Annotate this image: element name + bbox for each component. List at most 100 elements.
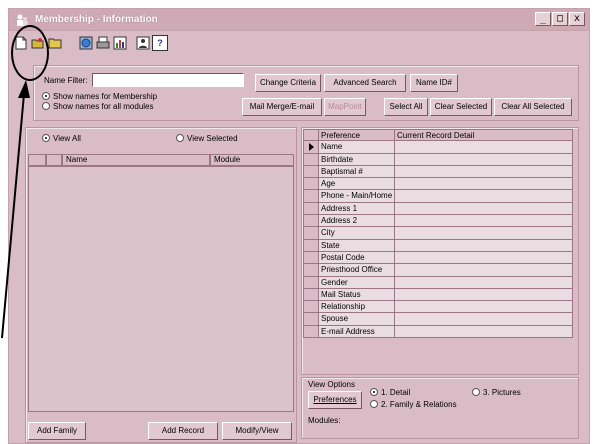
preference-detail: [395, 153, 573, 166]
annotation-circle: [11, 25, 49, 81]
folder-icon[interactable]: [47, 35, 63, 51]
name-id-button[interactable]: Name ID#: [410, 74, 458, 92]
annotation-arrow: [1, 80, 30, 339]
change-criteria-button[interactable]: Change Criteria: [255, 74, 321, 92]
radio-pictures-dot: [472, 388, 480, 396]
names-panel: View All View Selected Name Module Add F…: [25, 127, 297, 443]
preference-detail: [395, 313, 573, 326]
preference-row-selector[interactable]: [303, 215, 319, 228]
radio-detail-dot: [370, 388, 378, 396]
radio-view-selected-label: View Selected: [187, 134, 238, 143]
membership-window: Membership - Information _ □ x ? Name Fi…: [8, 8, 590, 444]
view-options-panel: View Options Preferences 1. Detail 2. Fa…: [301, 377, 579, 439]
preference-row-selector[interactable]: [303, 190, 319, 203]
add-family-button[interactable]: Add Family: [28, 422, 86, 440]
preference-name: Gender: [319, 276, 395, 289]
globe-icon[interactable]: [78, 35, 94, 51]
preference-row-selector[interactable]: [303, 264, 319, 277]
modify-view-button[interactable]: Modify/View: [222, 422, 292, 440]
preferences-grid-header: Preference Current Record Detail: [303, 129, 573, 142]
preference-row[interactable]: Priesthood Office: [303, 264, 573, 277]
view-options-title: View Options: [308, 380, 355, 389]
preference-row[interactable]: Baptismal #: [303, 165, 573, 179]
title-bar[interactable]: Membership - Information _ □ x: [9, 9, 589, 31]
mappoint-button[interactable]: MapPoint: [324, 98, 366, 116]
preference-row-selector[interactable]: [303, 178, 319, 191]
preference-name: E-mail Address: [319, 325, 395, 339]
toolbar: ?: [9, 31, 589, 55]
preference-row[interactable]: E-mail Address: [303, 325, 573, 339]
radio-detail[interactable]: 1. Detail: [370, 388, 410, 397]
preference-row[interactable]: Mail Status: [303, 288, 573, 302]
preference-row-selector[interactable]: [303, 325, 319, 339]
preference-row-selector[interactable]: [303, 251, 319, 265]
window-title: Membership - Information: [35, 14, 158, 25]
clear-all-selected-button[interactable]: Clear All Selected: [494, 98, 572, 116]
preference-detail: [395, 276, 573, 289]
print-icon[interactable]: [95, 35, 111, 51]
preference-name: Address 1: [319, 202, 395, 216]
preferences-header-detail[interactable]: Current Record Detail: [395, 129, 573, 142]
close-button[interactable]: x: [569, 12, 585, 26]
preference-row[interactable]: Relationship: [303, 301, 573, 314]
preference-row-selector[interactable]: [303, 227, 319, 240]
names-grid[interactable]: [28, 166, 294, 412]
preferences-grid[interactable]: Preference Current Record Detail Name Bir…: [303, 129, 573, 339]
names-grid-header-module[interactable]: Module: [210, 154, 294, 166]
radio-family-relations-label: 2. Family & Relations: [381, 400, 457, 409]
preference-row-selector[interactable]: [303, 288, 319, 302]
clear-selected-button[interactable]: Clear Selected: [430, 98, 492, 116]
preference-row[interactable]: City: [303, 227, 573, 240]
preference-detail: [395, 301, 573, 314]
preference-name: Priesthood Office: [319, 264, 395, 277]
preference-row[interactable]: Name: [303, 141, 573, 154]
radio-pictures-label: 3. Pictures: [483, 388, 521, 397]
preference-name: City: [319, 227, 395, 240]
advanced-search-button[interactable]: Advanced Search: [324, 74, 406, 92]
preference-row-selector[interactable]: [303, 153, 319, 166]
select-all-button[interactable]: Select All: [384, 98, 428, 116]
preference-row-selector[interactable]: [303, 165, 319, 179]
preferences-header-preference[interactable]: Preference: [319, 129, 395, 142]
preference-row[interactable]: Spouse: [303, 313, 573, 326]
preference-detail: [395, 325, 573, 339]
preference-name: Baptismal #: [319, 165, 395, 179]
mail-merge-button[interactable]: Mail Merge/E-mail: [242, 98, 322, 116]
radio-membership-label: Show names for Membership: [53, 92, 158, 101]
preference-row[interactable]: Birthdate: [303, 153, 573, 166]
radio-view-selected-dot: [176, 134, 184, 142]
preference-name: Phone - Main/Home: [319, 190, 395, 203]
preference-row[interactable]: Age: [303, 178, 573, 191]
preference-row[interactable]: Phone - Main/Home: [303, 190, 573, 203]
preference-row-selector[interactable]: [303, 301, 319, 314]
preference-detail: [395, 264, 573, 277]
preference-row[interactable]: State: [303, 239, 573, 252]
preference-row[interactable]: Postal Code: [303, 251, 573, 265]
preference-detail: [395, 178, 573, 191]
person-icon[interactable]: [135, 35, 151, 51]
add-record-button[interactable]: Add Record: [148, 422, 218, 440]
help-icon[interactable]: ?: [152, 35, 168, 51]
radio-view-selected[interactable]: View Selected: [176, 134, 238, 143]
radio-pictures[interactable]: 3. Pictures: [472, 388, 521, 397]
preference-name: Spouse: [319, 313, 395, 326]
preference-row-selector[interactable]: [303, 202, 319, 216]
preference-row-selector[interactable]: [303, 239, 319, 252]
maximize-button[interactable]: □: [552, 12, 568, 26]
preference-row-selector[interactable]: [303, 313, 319, 326]
preference-row[interactable]: Address 1: [303, 202, 573, 216]
filter-panel: Name Filter: Show names for Membership S…: [33, 65, 579, 121]
preference-row-selector[interactable]: [303, 276, 319, 289]
chart-icon[interactable]: [112, 35, 128, 51]
name-filter-input[interactable]: [92, 73, 244, 87]
preferences-button[interactable]: Preferences: [308, 391, 362, 409]
preference-row[interactable]: Gender: [303, 276, 573, 289]
preference-name: Name: [319, 141, 395, 154]
minimize-button[interactable]: _: [535, 12, 551, 26]
preferences-selector-col: [303, 129, 319, 142]
preference-detail: [395, 215, 573, 228]
radio-family-relations[interactable]: 2. Family & Relations: [370, 400, 457, 409]
preference-row-selector[interactable]: [303, 141, 319, 154]
names-grid-header-name[interactable]: Name: [62, 154, 210, 166]
preference-row[interactable]: Address 2: [303, 215, 573, 228]
